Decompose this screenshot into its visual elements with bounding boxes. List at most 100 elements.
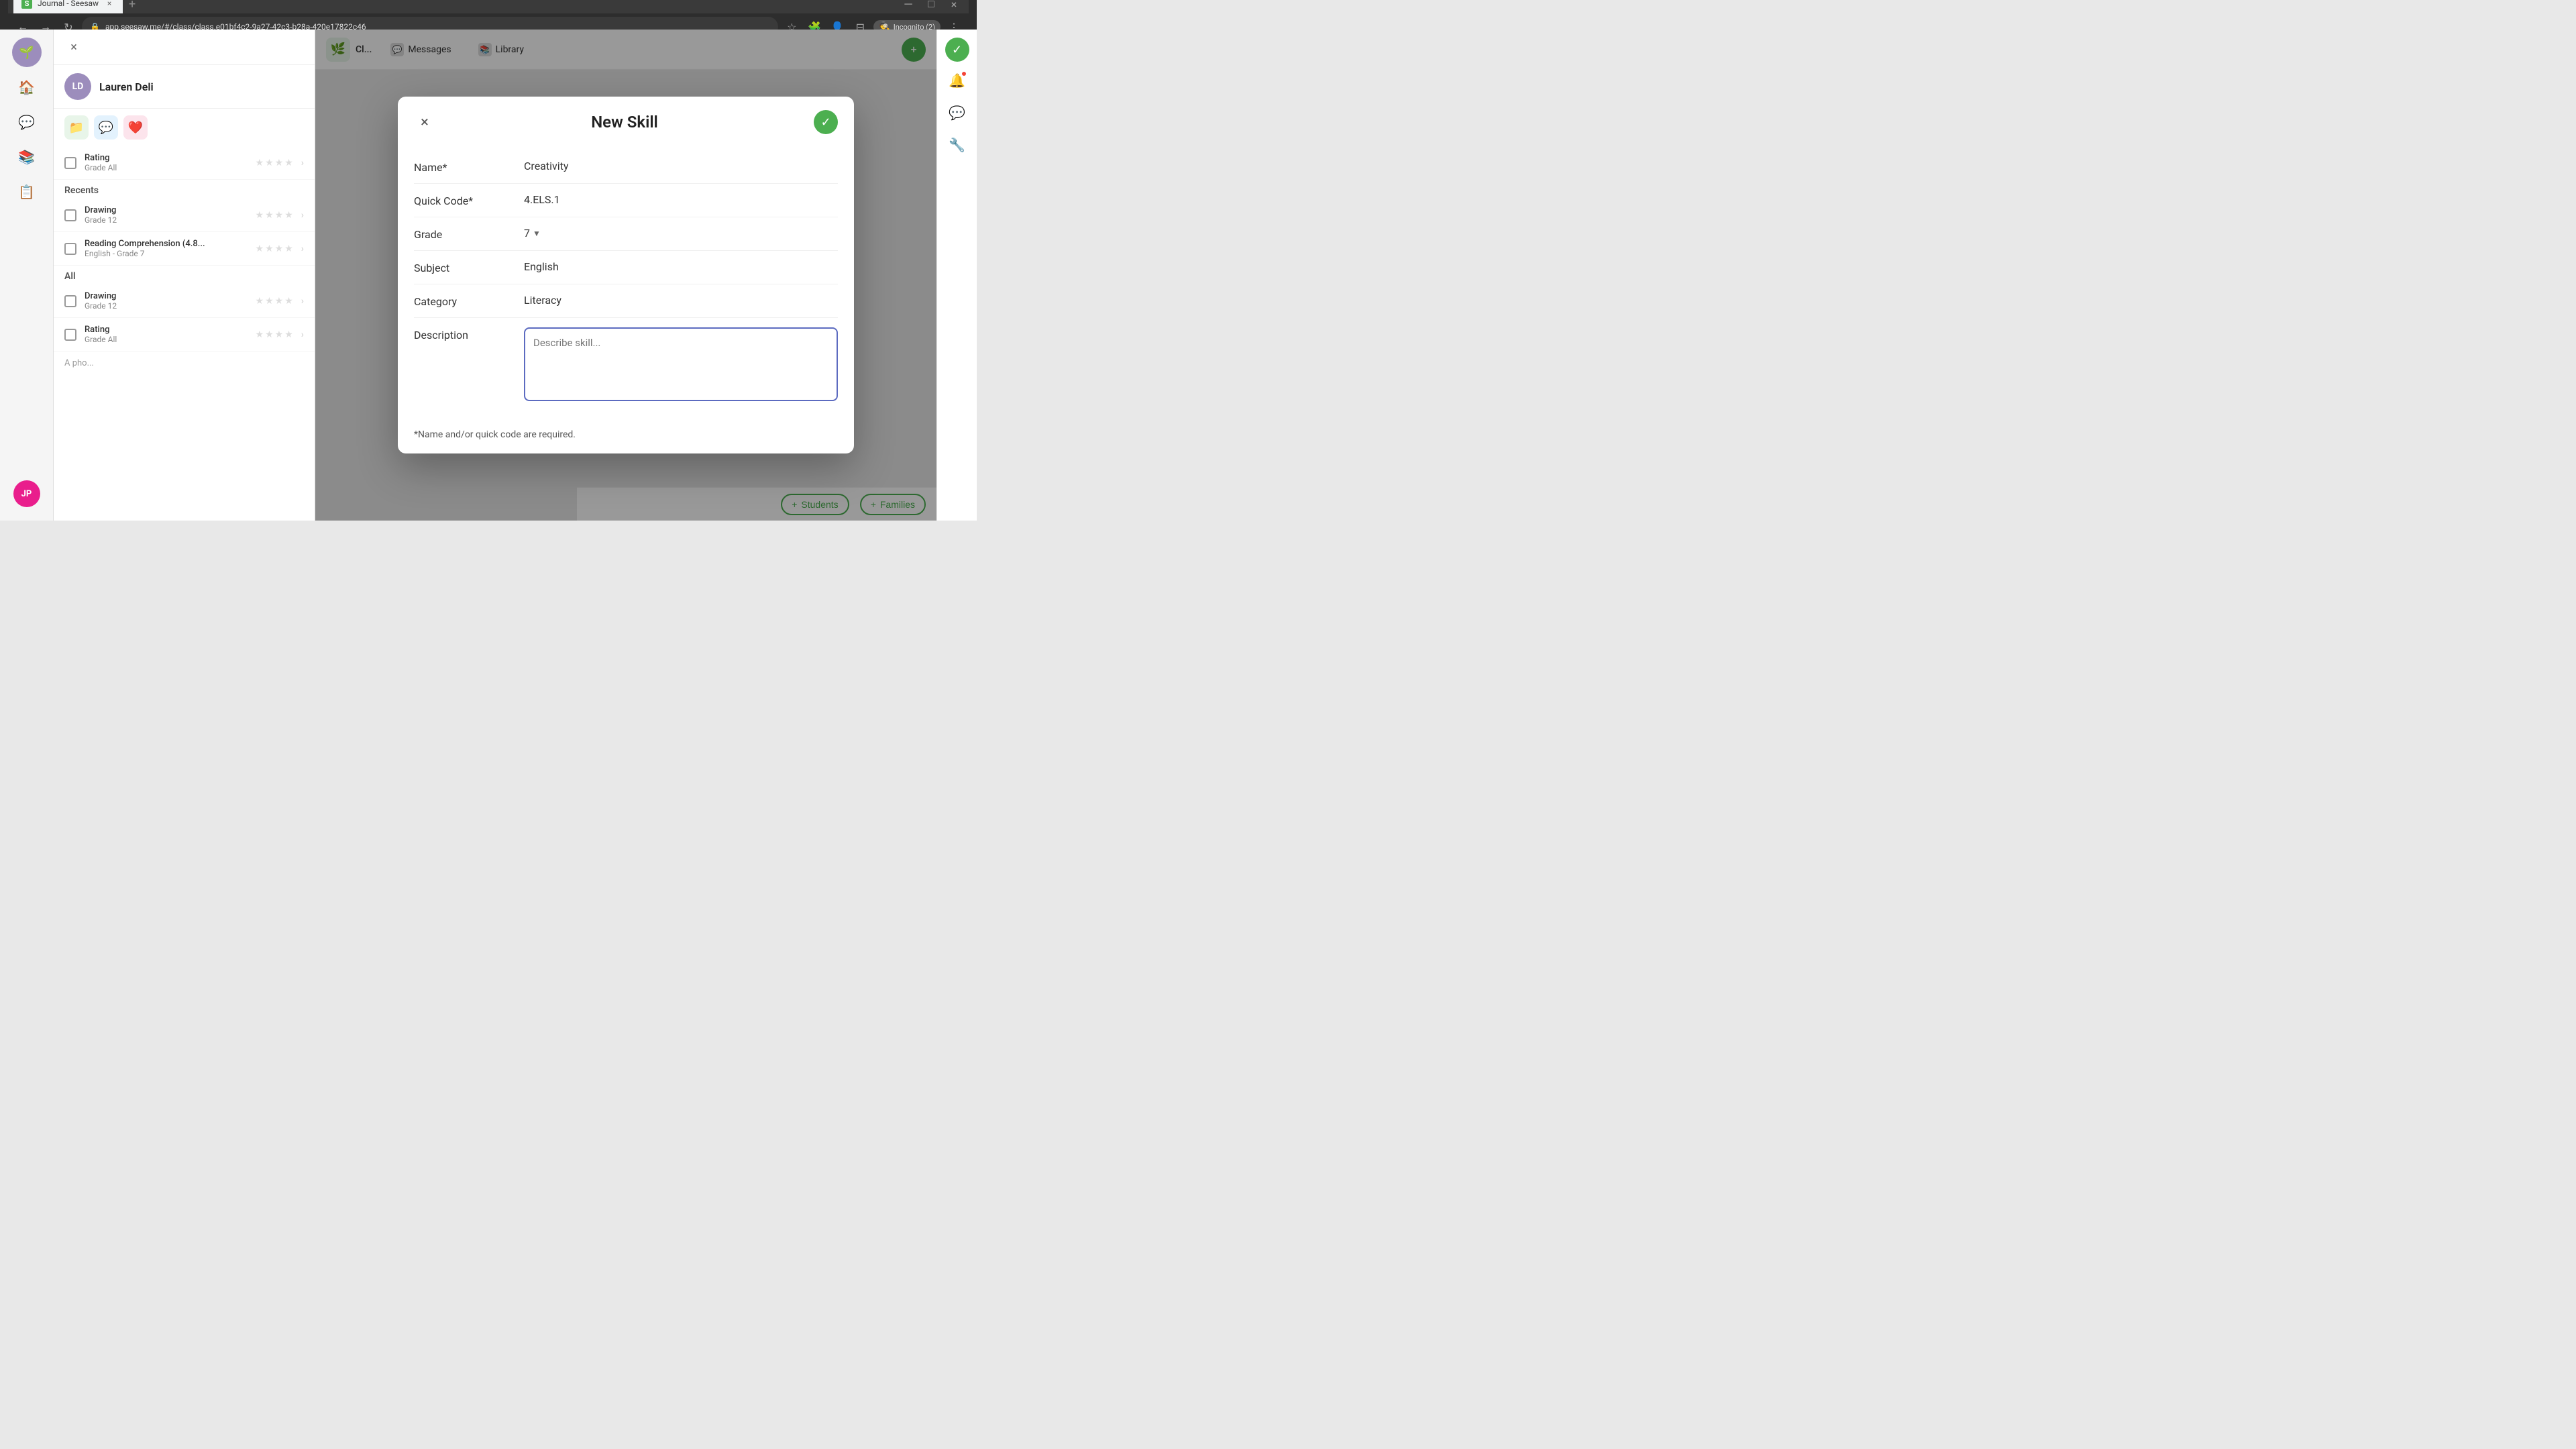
right-messages-button[interactable]: 💬 <box>944 99 971 126</box>
tab-close-button[interactable]: × <box>104 0 115 9</box>
right-confirm-button[interactable]: ✓ <box>945 38 969 62</box>
sidebar-logo[interactable]: 🌱 <box>12 38 42 67</box>
star-4: ★ <box>284 244 293 254</box>
maximize-button[interactable]: □ <box>922 0 941 13</box>
grade-select-value: 7 <box>524 227 530 239</box>
skill-info: Rating Grade All <box>85 325 248 344</box>
skill-checkbox[interactable] <box>64 329 76 341</box>
star-1: ★ <box>256 329 264 340</box>
description-label: Description <box>414 327 508 341</box>
sidebar-item-messages[interactable]: 💬 <box>12 107 42 137</box>
subject-value[interactable]: English <box>524 260 838 273</box>
close-icon: × <box>421 114 429 131</box>
skill-checkbox[interactable] <box>64 157 76 169</box>
notification-badge-dot <box>961 71 967 76</box>
modal-header: × New Skill ✓ <box>398 97 854 145</box>
skill-info: Drawing Grade 12 <box>85 205 248 225</box>
sidebar-item-activity[interactable]: 📋 <box>12 177 42 207</box>
skill-name: Reading Comprehension (4.8... <box>85 239 248 249</box>
modal-close-button[interactable]: × <box>414 111 435 133</box>
name-value[interactable]: Creativity <box>524 160 838 172</box>
skill-arrow: › <box>301 158 304 168</box>
skill-stars: ★ ★ ★ ★ <box>256 329 293 340</box>
quick-code-label: Quick Code* <box>414 193 508 207</box>
sidebar: 🌱 🏠 💬 📚 📋 JP <box>0 30 54 521</box>
skill-checkbox[interactable] <box>64 209 76 221</box>
modal-body: Name* Creativity Quick Code* 4.ELS.1 Gra… <box>398 145 854 427</box>
grade-dropdown-icon: ▼ <box>533 229 541 238</box>
app-icon-journal[interactable]: 💬 <box>94 115 118 140</box>
user-header-avatar: LD <box>64 73 91 100</box>
skill-stars: ★ ★ ★ ★ <box>256 296 293 307</box>
description-textarea[interactable] <box>524 327 838 401</box>
panel-close-button[interactable]: × <box>64 38 83 56</box>
settings-button[interactable]: 🔧 <box>944 131 971 158</box>
form-row-description: Description <box>414 318 838 411</box>
skill-grade: English - Grade 7 <box>85 249 248 258</box>
modal-confirm-button[interactable]: ✓ <box>814 110 838 134</box>
active-tab[interactable]: S Journal - Seesaw × <box>13 0 123 13</box>
form-row-grade: Grade 7 ▼ <box>414 217 838 251</box>
all-section-title: All <box>54 266 315 284</box>
close-window-button[interactable]: × <box>945 0 963 13</box>
left-panel: × LD Lauren Deli 📁 💬 ❤️ Rating <box>54 30 315 521</box>
a-photo-text: A pho... <box>54 352 315 375</box>
skill-name: Drawing <box>85 291 248 301</box>
skill-checkbox[interactable] <box>64 295 76 307</box>
sidebar-user-avatar[interactable]: JP <box>13 480 40 507</box>
recents-section-title: Recents <box>54 180 315 199</box>
notifications-button[interactable]: 🔔 <box>944 67 971 94</box>
skill-item-reading-comprehension[interactable]: Reading Comprehension (4.8... English - … <box>54 232 315 266</box>
star-2: ★ <box>265 329 274 340</box>
skill-grade: Grade 12 <box>85 215 248 225</box>
category-label: Category <box>414 294 508 308</box>
skill-item-rating-all-top[interactable]: Rating Grade All ★ ★ ★ ★ › <box>54 146 315 180</box>
skill-stars: ★ ★ ★ ★ <box>256 158 293 168</box>
new-tab-button[interactable]: + <box>123 0 142 13</box>
skill-name: Drawing <box>85 205 248 215</box>
skill-checkbox[interactable] <box>64 243 76 255</box>
skill-grade: Grade All <box>85 163 248 172</box>
user-header-initials: LD <box>72 81 84 92</box>
grade-label: Grade <box>414 227 508 241</box>
subject-label: Subject <box>414 260 508 274</box>
app-icon-liked[interactable]: ❤️ <box>123 115 148 140</box>
app-icon-row: 📁 💬 ❤️ <box>54 109 315 146</box>
star-4: ★ <box>284 329 293 340</box>
user-header-name: Lauren Deli <box>99 80 154 93</box>
form-row-quick-code: Quick Code* 4.ELS.1 <box>414 184 838 217</box>
user-header: LD Lauren Deli <box>54 65 315 109</box>
skill-arrow: › <box>301 329 304 340</box>
skill-info: Drawing Grade 12 <box>85 291 248 311</box>
sidebar-item-home[interactable]: 🏠 <box>12 72 42 102</box>
skill-name: Rating <box>85 325 248 335</box>
app-icon-photos[interactable]: 📁 <box>64 115 89 140</box>
star-1: ★ <box>256 244 264 254</box>
tab-favicon: S <box>21 0 32 9</box>
star-2: ★ <box>265 244 274 254</box>
star-3: ★ <box>275 244 284 254</box>
skill-item-rating-all-bottom[interactable]: Rating Grade All ★ ★ ★ ★ › <box>54 318 315 352</box>
grade-select[interactable]: 7 ▼ <box>524 227 541 239</box>
star-4: ★ <box>284 296 293 307</box>
new-skill-modal: × New Skill ✓ Name* Creativity <box>398 97 854 453</box>
skill-arrow: › <box>301 210 304 221</box>
form-row-category: Category Literacy <box>414 284 838 318</box>
star-3: ★ <box>275 210 284 221</box>
skill-item-drawing-12[interactable]: Drawing Grade 12 ★ ★ ★ ★ › <box>54 199 315 232</box>
star-2: ★ <box>265 210 274 221</box>
sidebar-user-initials: JP <box>21 489 32 499</box>
quick-code-value[interactable]: 4.ELS.1 <box>524 193 838 206</box>
skill-info: Reading Comprehension (4.8... English - … <box>85 239 248 258</box>
star-2: ★ <box>265 296 274 307</box>
skill-grade: Grade 12 <box>85 301 248 311</box>
star-3: ★ <box>275 329 284 340</box>
skill-arrow: › <box>301 244 304 254</box>
star-4: ★ <box>284 158 293 168</box>
skill-item-drawing-12-all[interactable]: Drawing Grade 12 ★ ★ ★ ★ › <box>54 284 315 318</box>
modal-overlay: × New Skill ✓ Name* Creativity <box>315 30 936 521</box>
sidebar-item-library[interactable]: 📚 <box>12 142 42 172</box>
category-value[interactable]: Literacy <box>524 294 838 307</box>
minimize-button[interactable]: ─ <box>899 0 918 13</box>
skill-grade: Grade All <box>85 335 248 344</box>
